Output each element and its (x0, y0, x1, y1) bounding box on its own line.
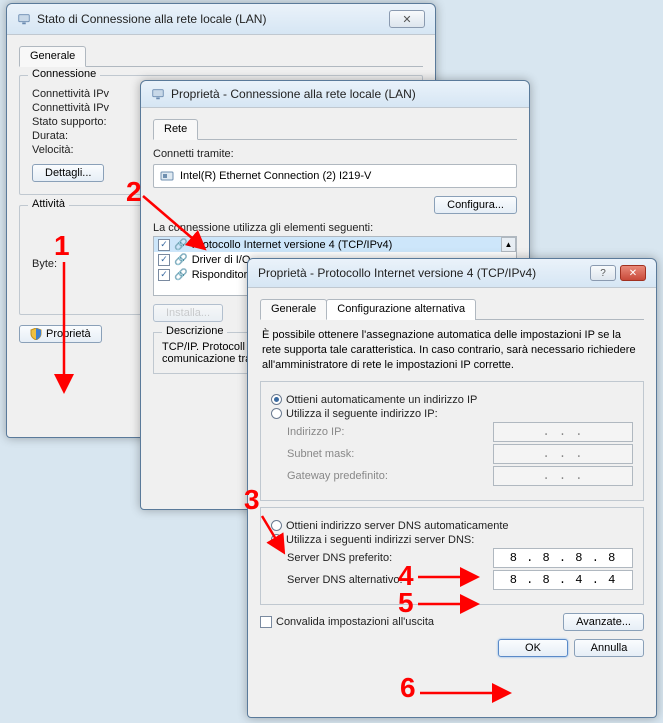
radio-manual-dns[interactable] (271, 534, 282, 545)
validate-checkbox[interactable] (260, 616, 272, 628)
window1-title: Stato di Connessione alla rete locale (L… (37, 12, 383, 26)
list-item-label: Driver di I/O (192, 254, 251, 266)
advanced-button[interactable]: Avanzate... (563, 613, 644, 631)
checkbox-icon[interactable]: ✓ (158, 269, 170, 281)
group-connection-label: Connessione (28, 68, 100, 80)
install-button: Installa... (153, 304, 223, 322)
tab-rete[interactable]: Rete (153, 119, 198, 140)
radio-manual-dns-label: Utilizza i seguenti indirizzi server DNS… (286, 534, 474, 546)
gateway-field: . . . (493, 466, 633, 486)
properties-button[interactable]: Proprietà (19, 325, 102, 343)
subnet-mask-label: Subnet mask: (287, 448, 354, 460)
window3-titlebar: Proprietà - Protocollo Internet versione… (248, 259, 656, 288)
bytes-label: Byte: (32, 258, 57, 270)
ip-address-field: . . . (493, 422, 633, 442)
scroll-up-icon[interactable]: ▲ (501, 237, 516, 252)
description-label: Descrizione (162, 325, 227, 337)
window2-title: Proprietà - Connessione alla rete locale… (171, 87, 519, 101)
connect-using-label: Connetti tramite: (153, 148, 234, 160)
preferred-dns-label: Server DNS preferito: (287, 552, 392, 564)
connectivity-ipv6-label: Connettività IPv (32, 102, 109, 114)
radio-manual-ip[interactable] (271, 408, 282, 419)
radio-auto-dns-label: Ottieni indirizzo server DNS automaticam… (286, 520, 509, 532)
adapter-name: Intel(R) Ethernet Connection (2) I219-V (180, 170, 371, 182)
validate-label: Convalida impostazioni all'uscita (276, 616, 434, 628)
component-icon: 🔗 (174, 253, 188, 266)
radio-auto-ip[interactable] (271, 394, 282, 405)
items-label: La connessione utilizza gli elementi seg… (153, 222, 373, 234)
window2-titlebar: Proprietà - Connessione alla rete locale… (141, 81, 529, 108)
configure-button[interactable]: Configura... (434, 196, 517, 214)
component-icon: 🔗 (174, 238, 188, 251)
window1-titlebar: Stato di Connessione alla rete locale (L… (7, 4, 435, 35)
list-item[interactable]: ✓ 🔗 Protocollo Internet versione 4 (TCP/… (154, 237, 516, 252)
speed-label: Velocità: (32, 144, 74, 156)
ip-address-label: Indirizzo IP: (287, 426, 344, 438)
alt-dns-field[interactable]: 8 . 8 . 4 . 4 (493, 570, 633, 590)
tab-config-alt[interactable]: Configurazione alternativa (326, 299, 476, 320)
cancel-button[interactable]: Annulla (574, 639, 644, 657)
connectivity-ipv4-label: Connettività IPv (32, 88, 109, 100)
network-icon (151, 87, 165, 101)
shield-icon (30, 328, 42, 340)
preferred-dns-field[interactable]: 8 . 8 . 8 . 8 (493, 548, 633, 568)
duration-label: Durata: (32, 130, 68, 142)
radio-manual-ip-label: Utilizza il seguente indirizzo IP: (286, 408, 438, 420)
alt-dns-label: Server DNS alternativo: (287, 574, 403, 586)
tab-generale[interactable]: Generale (260, 299, 327, 320)
properties-button-label: Proprietà (46, 328, 91, 340)
radio-auto-ip-label: Ottieni automaticamente un indirizzo IP (286, 394, 477, 406)
checkbox-icon[interactable]: ✓ (158, 239, 170, 251)
media-state-label: Stato supporto: (32, 116, 107, 128)
intro-text: È possibile ottenere l'assegnazione auto… (262, 328, 642, 373)
list-item-label: Protocollo Internet versione 4 (TCP/IPv4… (192, 239, 393, 251)
component-icon: 🔗 (174, 268, 188, 281)
close-icon[interactable]: ✕ (389, 10, 425, 28)
network-icon (17, 12, 31, 26)
group-activity-label: Attività (28, 198, 69, 210)
radio-auto-dns[interactable] (271, 520, 282, 531)
close-icon[interactable]: ✕ (620, 265, 646, 281)
checkbox-icon[interactable]: ✓ (158, 254, 170, 266)
help-icon[interactable]: ? (590, 265, 616, 281)
gateway-label: Gateway predefinito: (287, 470, 388, 482)
subnet-mask-field: . . . (493, 444, 633, 464)
details-button[interactable]: Dettagli... (32, 164, 104, 182)
list-item-label: Risponditor (192, 269, 248, 281)
ok-button[interactable]: OK (498, 639, 568, 657)
nic-icon (160, 169, 174, 183)
tab-generale[interactable]: Generale (19, 46, 86, 67)
window3-title: Proprietà - Protocollo Internet versione… (258, 266, 584, 280)
